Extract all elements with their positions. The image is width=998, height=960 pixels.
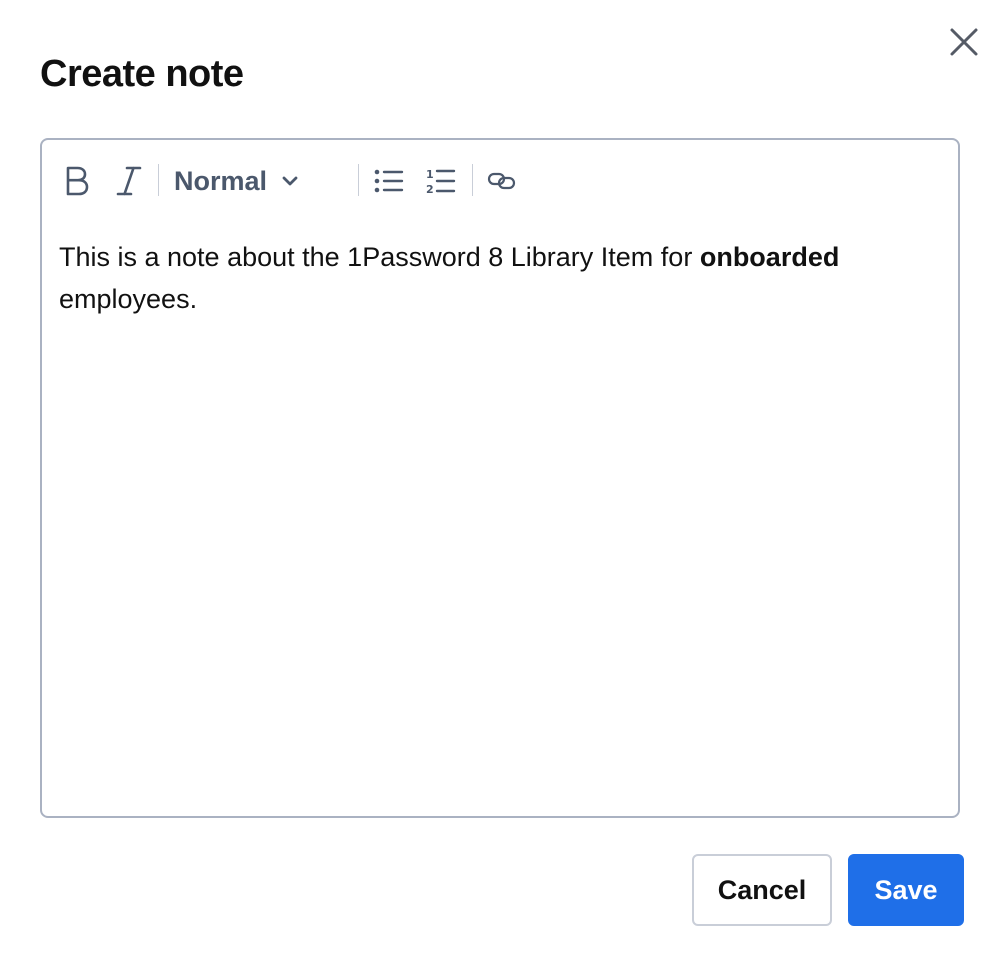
chevron-down-icon	[282, 176, 298, 186]
text-format-value: Normal	[174, 165, 268, 196]
note-text: This is a note about the 1Password 8 Lib…	[59, 242, 700, 272]
bold-icon	[66, 166, 89, 196]
link-button[interactable]	[484, 160, 520, 202]
note-text-bold: onboarded	[699, 242, 840, 272]
close-icon	[950, 28, 978, 56]
toolbar-separator	[158, 164, 159, 196]
editor-toolbar: Normal 1 2	[42, 140, 958, 222]
italic-button[interactable]	[112, 160, 146, 202]
save-button[interactable]: Save	[848, 854, 964, 926]
toolbar-separator	[472, 164, 473, 196]
note-text: employees.	[59, 284, 198, 314]
bullet-list-icon	[374, 169, 404, 193]
numbered-list-icon: 1 2	[426, 168, 456, 195]
link-icon	[487, 172, 516, 190]
svg-text:2: 2	[426, 183, 434, 195]
toolbar-separator	[358, 164, 359, 196]
dialog-title: Create note	[40, 53, 244, 95]
create-note-dialog: Create note Normal 1 2 This is a note ab…	[0, 0, 998, 960]
note-editor[interactable]: Normal 1 2 This is a note about the 1Pas…	[40, 138, 960, 818]
numbered-list-button[interactable]: 1 2	[422, 160, 460, 202]
svg-text:1: 1	[426, 168, 434, 181]
cancel-button[interactable]: Cancel	[692, 854, 832, 926]
bold-button[interactable]	[60, 160, 94, 202]
text-format-select[interactable]: Normal	[174, 160, 299, 202]
close-button[interactable]	[942, 20, 986, 64]
bullet-list-button[interactable]	[370, 160, 408, 202]
note-content[interactable]: This is a note about the 1Password 8 Lib…	[59, 236, 939, 320]
italic-icon	[116, 166, 142, 196]
